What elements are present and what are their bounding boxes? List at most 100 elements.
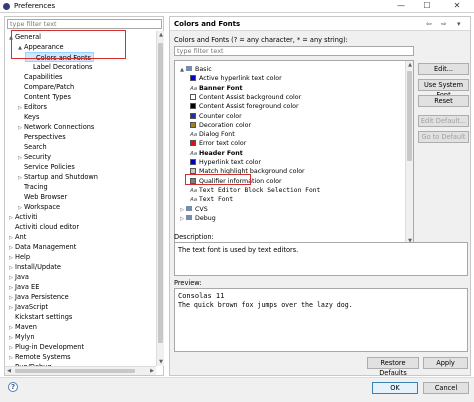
tree-item-label: Content Types	[24, 93, 71, 101]
tree-filter-input[interactable]: type filter text	[7, 19, 162, 29]
collapsed-arrow-icon[interactable]: ▷	[178, 215, 186, 224]
scroll-down-arrow-icon[interactable]: ▼	[157, 359, 165, 365]
tree-item[interactable]: Capabilities	[16, 72, 62, 82]
tree-item[interactable]: Tracing	[16, 182, 48, 192]
scroll-right-arrow-icon[interactable]: ▶	[148, 368, 156, 374]
tree-item-label: Activiti	[15, 213, 38, 221]
tree-item[interactable]: ▷ Ant	[7, 232, 26, 242]
tree-item[interactable]: Web Browser	[16, 192, 67, 202]
tree-item[interactable]: Keys	[16, 112, 39, 122]
use-system-font-button[interactable]: Use System Font	[418, 79, 469, 99]
tree-item[interactable]: Activiti cloud editor	[7, 222, 79, 232]
tree-scrollbar[interactable]: ▲ ▼	[156, 31, 164, 366]
tree-item[interactable]: ▷ Network Connections	[16, 122, 94, 132]
ok-button[interactable]: OK	[372, 382, 418, 394]
expanded-arrow-icon[interactable]: ▲	[178, 66, 186, 75]
reset-button[interactable]: Reset	[418, 95, 469, 107]
minimize-button[interactable]: —	[388, 0, 414, 12]
tree-item-label: Label Decorations	[33, 63, 93, 71]
scroll-left-arrow-icon[interactable]: ◀	[5, 368, 13, 374]
edit-button[interactable]: Edit...	[418, 63, 469, 75]
color-item[interactable]: Hyperlink text color	[190, 158, 261, 167]
colors-scrollbar-thumb[interactable]	[407, 71, 412, 161]
go-to-default-button[interactable]: Go to Default	[418, 131, 469, 143]
tree-item[interactable]: ▷ Activiti	[7, 212, 38, 222]
close-button[interactable]: ✕	[442, 0, 472, 12]
tree-item[interactable]: ▷ Install/Update	[7, 262, 61, 272]
tree-item[interactable]: Service Policies	[16, 162, 75, 172]
filter-hint-label: Colors and Fonts (? = any character, * =…	[174, 36, 348, 44]
tree-item-label: Text Font	[199, 196, 234, 204]
help-icon[interactable]: ?	[8, 382, 18, 392]
window-title: Preferences	[14, 2, 56, 10]
restore-defaults-button[interactable]: Restore Defaults	[367, 357, 419, 377]
tree-item[interactable]: ▷ Plug-in Development	[7, 342, 84, 352]
tree-item-label: Perspectives	[24, 133, 66, 141]
colors-fonts-tree: ▲ Basic Active hyperlink text color Aa Banne…	[174, 60, 414, 246]
tree-item[interactable]: ▷ Java Persistence	[7, 292, 69, 302]
page-title: Colors and Fonts	[174, 20, 241, 28]
tree-item-label: Compare/Patch	[24, 83, 75, 91]
scroll-up-arrow-icon[interactable]: ▲	[157, 32, 165, 38]
tree-item[interactable]: ▷ Startup and Shutdown	[16, 172, 98, 182]
tree-item[interactable]: ▷ Java	[7, 272, 29, 282]
font-item[interactable]: Aa Banner Font	[190, 84, 242, 93]
tree-item[interactable]: Compare/Patch	[16, 82, 74, 92]
font-item[interactable]: Aa Header Font	[190, 149, 243, 158]
color-item[interactable]: Error text color	[190, 139, 246, 148]
tree-item-label: Network Connections	[24, 123, 95, 131]
forward-arrow-icon[interactable]: ⇨	[441, 20, 447, 28]
color-item[interactable]: Content Assist background color	[190, 93, 301, 102]
color-item[interactable]: Decoration color	[190, 121, 251, 130]
maximize-button[interactable]: ☐	[414, 0, 440, 12]
tree-item[interactable]: Label Decorations	[25, 62, 93, 72]
tree-item[interactable]: ▷ Editors	[16, 102, 47, 112]
colors-scroll-up-icon[interactable]: ▲	[406, 62, 414, 68]
tree-item[interactable]: ▷ Remote Systems	[7, 352, 71, 362]
color-item[interactable]: Content Assist foreground color	[190, 102, 299, 111]
tree-hscrollbar-thumb[interactable]	[15, 369, 135, 373]
tree-item[interactable]: ▷ Mylyn	[7, 332, 34, 342]
tree-item[interactable]: ▷ Java EE	[7, 282, 39, 292]
font-item[interactable]: Aa Dialog Font	[190, 130, 235, 139]
cancel-button[interactable]: Cancel	[423, 382, 469, 394]
color-item[interactable]: Active hyperlink text color	[190, 74, 282, 83]
tree-item-label: Remote Systems	[15, 353, 71, 361]
tree-scrollbar-thumb[interactable]	[158, 43, 163, 343]
color-swatch-icon	[190, 93, 196, 100]
font-item[interactable]: Aa Text Editor Block Selection Font	[190, 186, 320, 195]
tree-item[interactable]: Perspectives	[16, 132, 66, 142]
font-item[interactable]: Aa Text Font	[190, 195, 233, 204]
category-item[interactable]: ▲ Basic	[178, 65, 212, 74]
color-swatch-icon	[190, 140, 196, 147]
general-appearance-highlight	[11, 30, 126, 59]
tree-item[interactable]: ▷ Workspace	[16, 202, 60, 212]
preview-box: Consolas 11 The quick brown fox jumps ov…	[174, 288, 468, 352]
view-menu-icon[interactable]: ▾	[457, 20, 461, 28]
tree-item[interactable]: Search	[16, 142, 47, 152]
tree-item[interactable]: ▷ Security	[16, 152, 51, 162]
edit-default-button[interactable]: Edit Default...	[418, 115, 469, 127]
text-font-highlight	[185, 174, 251, 185]
tree-item-label: Error text color	[199, 140, 247, 148]
back-arrow-icon[interactable]: ⇦	[426, 20, 432, 28]
tree-item-label: Decoration color	[199, 121, 252, 129]
colors-tree-scrollbar[interactable]: ▲ ▼	[405, 61, 413, 245]
tree-item[interactable]: Kickstart settings	[7, 312, 72, 322]
tree-item[interactable]: ▷ Data Management	[7, 242, 76, 252]
app-icon	[3, 3, 10, 10]
tree-item[interactable]: ▷ JavaScript	[7, 302, 48, 312]
tree-item[interactable]: ▷ Maven	[7, 322, 37, 332]
category-item[interactable]: ▷ CVS	[178, 205, 208, 214]
preview-label: Preview:	[174, 279, 202, 287]
category-item[interactable]: ▷ Debug	[178, 214, 216, 223]
tree-item-label: Maven	[15, 323, 37, 331]
tree-horizontal-scrollbar[interactable]: ◀ ▶	[5, 366, 156, 375]
tree-item[interactable]: ▷ Help	[7, 252, 30, 262]
apply-button[interactable]: Apply	[423, 357, 468, 369]
preview-sample-text: The quick brown fox jumps over the lazy …	[178, 301, 353, 309]
folder-icon	[186, 214, 192, 220]
color-item[interactable]: Counter color	[190, 112, 242, 121]
tree-item[interactable]: Content Types	[16, 92, 71, 102]
colors-filter-input[interactable]: type filter text	[174, 46, 414, 56]
